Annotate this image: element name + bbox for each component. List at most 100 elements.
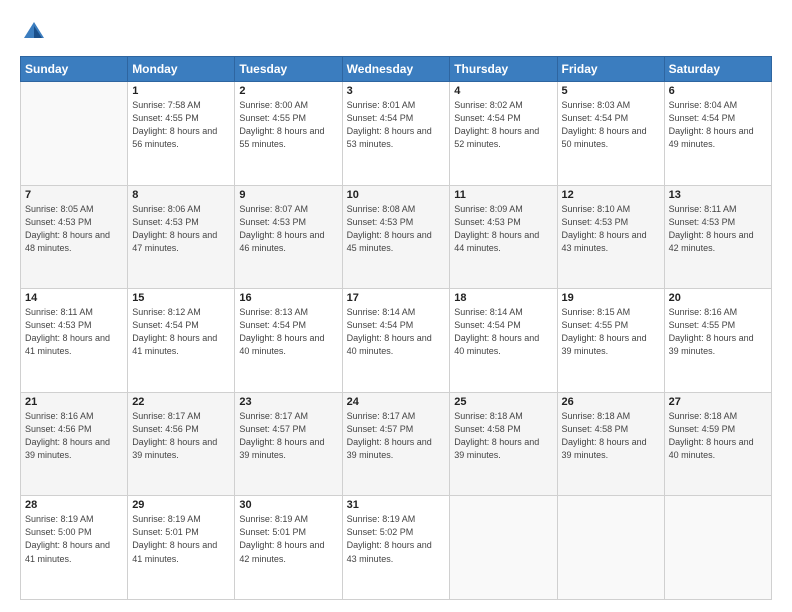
day-info: Sunrise: 8:18 AMSunset: 4:58 PMDaylight:… [454, 410, 552, 462]
day-cell: 24 Sunrise: 8:17 AMSunset: 4:57 PMDayligh… [342, 392, 450, 496]
day-number: 12 [562, 189, 660, 201]
day-cell [450, 496, 557, 600]
calendar: SundayMondayTuesdayWednesdayThursdayFrid… [20, 56, 772, 600]
day-info: Sunrise: 7:58 AMSunset: 4:55 PMDaylight:… [132, 99, 230, 151]
day-number: 7 [25, 189, 123, 201]
day-info: Sunrise: 8:19 AMSunset: 5:02 PMDaylight:… [347, 513, 446, 565]
day-info: Sunrise: 8:06 AMSunset: 4:53 PMDaylight:… [132, 203, 230, 255]
day-info: Sunrise: 8:00 AMSunset: 4:55 PMDaylight:… [239, 99, 337, 151]
day-cell: 9 Sunrise: 8:07 AMSunset: 4:53 PMDaylight… [235, 185, 342, 289]
day-cell: 30Sunrise: 8:19 AMSunset: 5:01 PMDayligh… [235, 496, 342, 600]
day-number: 5 [562, 85, 660, 97]
day-info: Sunrise: 8:17 AMSunset: 4:56 PMDaylight:… [132, 410, 230, 462]
day-cell: 12 Sunrise: 8:10 AMSunset: 4:53 PMDayligh… [557, 185, 664, 289]
column-header-sunday: Sunday [21, 57, 128, 82]
day-number: 27 [669, 396, 767, 408]
day-number: 14 [25, 292, 123, 304]
day-cell: 6 Sunrise: 8:04 AMSunset: 4:54 PMDaylight… [664, 82, 771, 186]
day-info: Sunrise: 8:19 AMSunset: 5:00 PMDaylight:… [25, 513, 123, 565]
calendar-header-row: SundayMondayTuesdayWednesdayThursdayFrid… [21, 57, 772, 82]
day-info: Sunrise: 8:14 AMSunset: 4:54 PMDaylight:… [454, 306, 552, 358]
day-cell: 26 Sunrise: 8:18 AMSunset: 4:58 PMDayligh… [557, 392, 664, 496]
day-cell: 23 Sunrise: 8:17 AMSunset: 4:57 PMDayligh… [235, 392, 342, 496]
day-cell: 27 Sunrise: 8:18 AMSunset: 4:59 PMDayligh… [664, 392, 771, 496]
day-number: 26 [562, 396, 660, 408]
day-info: Sunrise: 8:08 AMSunset: 4:53 PMDaylight:… [347, 203, 446, 255]
day-cell: 29Sunrise: 8:19 AMSunset: 5:01 PMDayligh… [128, 496, 235, 600]
day-info: Sunrise: 8:07 AMSunset: 4:53 PMDaylight:… [239, 203, 337, 255]
day-info: Sunrise: 8:11 AMSunset: 4:53 PMDaylight:… [669, 203, 767, 255]
day-info: Sunrise: 8:17 AMSunset: 4:57 PMDaylight:… [239, 410, 337, 462]
week-row-4: 21 Sunrise: 8:16 AMSunset: 4:56 PMDayligh… [21, 392, 772, 496]
day-cell: 15 Sunrise: 8:12 AMSunset: 4:54 PMDayligh… [128, 289, 235, 393]
day-info: Sunrise: 8:09 AMSunset: 4:53 PMDaylight:… [454, 203, 552, 255]
logo-icon [20, 18, 48, 46]
day-cell: 10 Sunrise: 8:08 AMSunset: 4:53 PMDayligh… [342, 185, 450, 289]
day-number: 11 [454, 189, 552, 201]
day-number: 15 [132, 292, 230, 304]
day-cell: 7 Sunrise: 8:05 AMSunset: 4:53 PMDaylight… [21, 185, 128, 289]
week-row-1: 1 Sunrise: 7:58 AMSunset: 4:55 PMDaylight… [21, 82, 772, 186]
day-cell: 8 Sunrise: 8:06 AMSunset: 4:53 PMDaylight… [128, 185, 235, 289]
day-cell: 31 Sunrise: 8:19 AMSunset: 5:02 PMDayligh… [342, 496, 450, 600]
column-header-monday: Monday [128, 57, 235, 82]
day-info: Sunrise: 8:14 AMSunset: 4:54 PMDaylight:… [347, 306, 446, 358]
day-cell: 19Sunrise: 8:15 AMSunset: 4:55 PMDayligh… [557, 289, 664, 393]
day-number: 23 [239, 396, 337, 408]
column-header-tuesday: Tuesday [235, 57, 342, 82]
day-number: 29 [132, 499, 230, 511]
day-number: 31 [347, 499, 446, 511]
day-info: Sunrise: 8:01 AMSunset: 4:54 PMDaylight:… [347, 99, 446, 151]
day-number: 10 [347, 189, 446, 201]
day-number: 4 [454, 85, 552, 97]
day-info: Sunrise: 8:16 AMSunset: 4:55 PMDaylight:… [669, 306, 767, 358]
column-header-friday: Friday [557, 57, 664, 82]
day-info: Sunrise: 8:16 AMSunset: 4:56 PMDaylight:… [25, 410, 123, 462]
day-cell: 21 Sunrise: 8:16 AMSunset: 4:56 PMDayligh… [21, 392, 128, 496]
day-cell: 11 Sunrise: 8:09 AMSunset: 4:53 PMDayligh… [450, 185, 557, 289]
day-info: Sunrise: 8:17 AMSunset: 4:57 PMDaylight:… [347, 410, 446, 462]
day-number: 18 [454, 292, 552, 304]
day-cell: 2 Sunrise: 8:00 AMSunset: 4:55 PMDaylight… [235, 82, 342, 186]
day-number: 2 [239, 85, 337, 97]
day-info: Sunrise: 8:10 AMSunset: 4:53 PMDaylight:… [562, 203, 660, 255]
day-info: Sunrise: 8:05 AMSunset: 4:53 PMDaylight:… [25, 203, 123, 255]
day-number: 28 [25, 499, 123, 511]
day-number: 3 [347, 85, 446, 97]
day-cell: 28 Sunrise: 8:19 AMSunset: 5:00 PMDayligh… [21, 496, 128, 600]
day-cell: 13 Sunrise: 8:11 AMSunset: 4:53 PMDayligh… [664, 185, 771, 289]
day-cell: 18 Sunrise: 8:14 AMSunset: 4:54 PMDayligh… [450, 289, 557, 393]
day-info: Sunrise: 8:18 AMSunset: 4:59 PMDaylight:… [669, 410, 767, 462]
day-info: Sunrise: 8:11 AMSunset: 4:53 PMDaylight:… [25, 306, 123, 358]
day-cell: 25Sunrise: 8:18 AMSunset: 4:58 PMDayligh… [450, 392, 557, 496]
day-info: Sunrise: 8:18 AMSunset: 4:58 PMDaylight:… [562, 410, 660, 462]
day-info: Sunrise: 8:04 AMSunset: 4:54 PMDaylight:… [669, 99, 767, 151]
day-number: 20 [669, 292, 767, 304]
day-cell: 4Sunrise: 8:02 AMSunset: 4:54 PMDaylight… [450, 82, 557, 186]
day-number: 19 [562, 292, 660, 304]
day-cell [664, 496, 771, 600]
day-cell: 17 Sunrise: 8:14 AMSunset: 4:54 PMDayligh… [342, 289, 450, 393]
day-info: Sunrise: 8:03 AMSunset: 4:54 PMDaylight:… [562, 99, 660, 151]
day-cell: 14 Sunrise: 8:11 AMSunset: 4:53 PMDayligh… [21, 289, 128, 393]
day-number: 13 [669, 189, 767, 201]
day-number: 9 [239, 189, 337, 201]
day-info: Sunrise: 8:12 AMSunset: 4:54 PMDaylight:… [132, 306, 230, 358]
day-number: 1 [132, 85, 230, 97]
day-number: 17 [347, 292, 446, 304]
day-cell: 16Sunrise: 8:13 AMSunset: 4:54 PMDayligh… [235, 289, 342, 393]
day-info: Sunrise: 8:19 AMSunset: 5:01 PMDaylight:… [239, 513, 337, 565]
day-info: Sunrise: 8:13 AMSunset: 4:54 PMDaylight:… [239, 306, 337, 358]
week-row-2: 7 Sunrise: 8:05 AMSunset: 4:53 PMDaylight… [21, 185, 772, 289]
day-number: 6 [669, 85, 767, 97]
week-row-5: 28 Sunrise: 8:19 AMSunset: 5:00 PMDayligh… [21, 496, 772, 600]
page: SundayMondayTuesdayWednesdayThursdayFrid… [0, 0, 792, 612]
column-header-thursday: Thursday [450, 57, 557, 82]
day-number: 24 [347, 396, 446, 408]
column-header-wednesday: Wednesday [342, 57, 450, 82]
day-number: 8 [132, 189, 230, 201]
day-number: 22 [132, 396, 230, 408]
day-cell: 3 Sunrise: 8:01 AMSunset: 4:54 PMDaylight… [342, 82, 450, 186]
day-number: 21 [25, 396, 123, 408]
day-cell [21, 82, 128, 186]
